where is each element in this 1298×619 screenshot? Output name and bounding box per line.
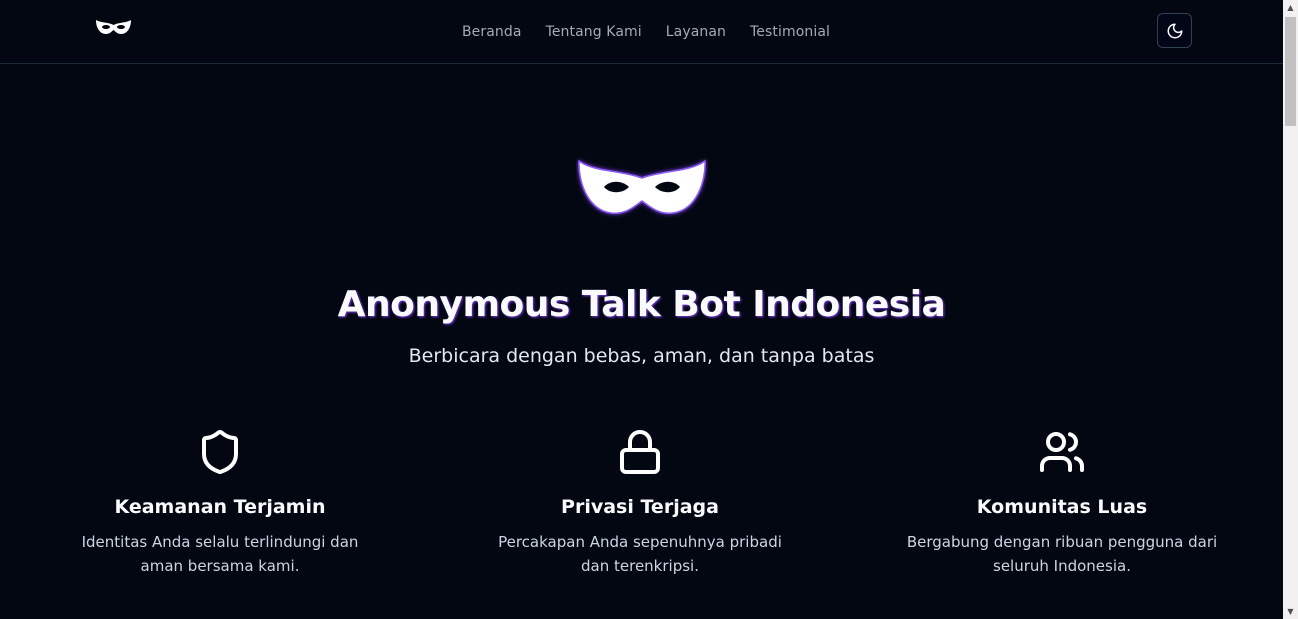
users-icon — [1040, 432, 1084, 472]
feature-description: Bergabung dengan ribuan pengguna dari se… — [887, 530, 1237, 578]
theme-toggle-button[interactable] — [1157, 13, 1192, 48]
feature-title: Privasi Terjaga — [561, 496, 719, 518]
feature-title: Komunitas Luas — [976, 496, 1148, 518]
scrollbar-thumb[interactable] — [1285, 17, 1296, 126]
page: Beranda Tentang Kami Layanan Testimonial… — [0, 0, 1298, 619]
feature-card-privasi: Privasi Terjaga Percakapan Anda sepenuhn… — [480, 428, 800, 578]
feature-description-line: Bergabung dengan ribuan pengguna dari — [906, 533, 1218, 551]
feature-card-komunitas: Komunitas Luas Bergabung dengan ribuan p… — [887, 428, 1237, 578]
site-header: Beranda Tentang Kami Layanan Testimonial — [0, 0, 1283, 64]
feature-description-line: dan terenkripsi. — [581, 557, 699, 575]
scroll-down-arrow-icon[interactable]: ▼ — [1283, 604, 1298, 619]
scroll-up-arrow-icon[interactable]: ▲ — [1283, 0, 1298, 15]
moon-icon — [1167, 23, 1182, 38]
hero-subtitle: Berbicara dengan bebas, aman, dan tanpa … — [408, 345, 875, 367]
lock-icon — [620, 430, 660, 474]
nav-link-layanan[interactable]: Layanan — [666, 24, 726, 40]
feature-description-line: Identitas Anda selalu terlindungi dan — [81, 533, 359, 551]
shield-icon — [202, 430, 238, 475]
nav-link-tentang-kami[interactable]: Tentang Kami — [546, 24, 642, 40]
vertical-scrollbar[interactable]: ▲ ▼ — [1283, 0, 1298, 619]
feature-card-keamanan: Keamanan Terjamin Identitas Anda selalu … — [60, 428, 380, 578]
mask-hero-icon — [578, 159, 706, 214]
nav-link-testimonial[interactable]: Testimonial — [750, 24, 830, 40]
feature-description: Identitas Anda selalu terlindungi dan am… — [60, 530, 380, 578]
feature-description-line: Percakapan Anda sepenuhnya pribadi — [498, 533, 782, 551]
feature-description-line: aman bersama kami. — [140, 557, 300, 575]
hero-title: Anonymous Talk Bot Indonesia — [337, 284, 946, 325]
feature-description: Percakapan Anda sepenuhnya pribadi dan t… — [480, 530, 800, 578]
nav-link-beranda[interactable]: Beranda — [462, 24, 522, 40]
feature-title: Keamanan Terjamin — [114, 496, 326, 518]
main-nav: Beranda Tentang Kami Layanan Testimonial — [0, 0, 1283, 63]
feature-description-line: seluruh Indonesia. — [993, 557, 1131, 575]
